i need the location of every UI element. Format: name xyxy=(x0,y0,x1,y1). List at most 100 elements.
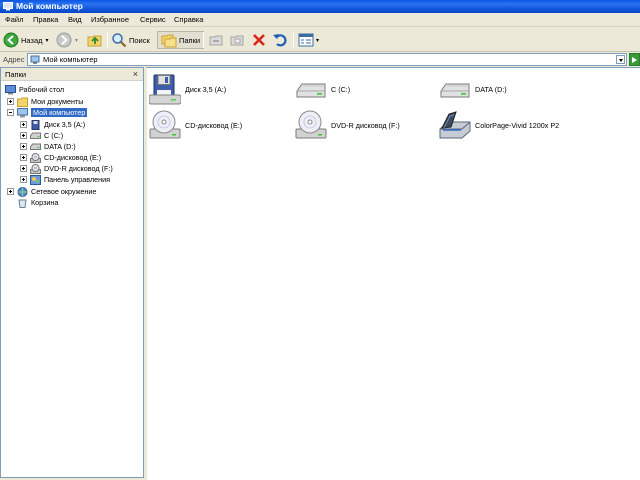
toolbar-separator xyxy=(107,32,108,48)
forward-button[interactable]: ▾ xyxy=(56,31,78,49)
explorer-window: Мой компьютер Файл Правка Вид Избранное … xyxy=(0,0,640,480)
close-icon[interactable]: × xyxy=(133,68,138,80)
address-label: Адрес xyxy=(3,55,25,64)
folder-icon xyxy=(17,97,28,107)
expand-plus-icon[interactable] xyxy=(20,176,27,183)
tree-item-label: DATA (D:) xyxy=(44,142,76,151)
toolbar-separator xyxy=(293,32,294,48)
tree-item-label: Диск 3,5 (A:) xyxy=(44,120,86,129)
forward-dropdown-icon[interactable]: ▾ xyxy=(75,37,78,44)
delete-button[interactable] xyxy=(251,31,267,49)
computer-icon xyxy=(3,2,13,11)
menu-help[interactable]: Справка xyxy=(171,15,206,25)
window-title: Мой компьютер xyxy=(16,1,83,11)
folders-pane-header: Папки × xyxy=(1,68,143,81)
expand-plus-icon[interactable] xyxy=(20,154,27,161)
item-label: C (C:) xyxy=(331,84,351,94)
item-label: DATA (D:) xyxy=(475,84,507,94)
expand-plus-icon[interactable] xyxy=(20,121,27,128)
expand-plus-icon[interactable] xyxy=(20,165,27,172)
views-button[interactable]: ▾ xyxy=(298,31,319,49)
toolbar-separator xyxy=(203,32,204,48)
network-icon xyxy=(17,186,28,197)
toolbar: Назад ▾ ▾ Поиск Папки ▾ xyxy=(0,28,640,52)
expand-plus-icon[interactable] xyxy=(20,143,27,150)
expand-plus-icon[interactable] xyxy=(20,132,27,139)
search-button[interactable]: Поиск xyxy=(111,31,150,49)
hard-drive-icon xyxy=(30,132,41,139)
tree-item-recycle-bin[interactable]: Корзина xyxy=(17,197,58,208)
item-label: DVD-R дисковод (F:) xyxy=(331,120,400,130)
up-folder-button[interactable] xyxy=(87,31,103,49)
tree-item-floppy-a[interactable]: Диск 3,5 (A:) xyxy=(20,119,85,130)
content-area: Диск 3,5 (A:) C (C:) DATA (D:) CD-дисков… xyxy=(145,67,640,480)
floppy-icon xyxy=(149,74,181,105)
hard-drive-icon xyxy=(30,143,41,150)
tree-item-label: Мой компьютер xyxy=(31,108,88,117)
tree-item-drive-c[interactable]: C (C:) xyxy=(20,130,63,141)
collapse-minus-icon[interactable] xyxy=(7,109,14,116)
hard-drive-icon xyxy=(296,83,326,98)
undo-button[interactable] xyxy=(272,31,288,49)
search-icon xyxy=(112,33,127,48)
folders-button[interactable]: Папки xyxy=(157,31,205,49)
expand-plus-icon[interactable] xyxy=(7,188,14,195)
menu-favorites[interactable]: Избранное xyxy=(88,15,132,25)
item-drive-d[interactable]: DATA (D:) xyxy=(439,73,507,105)
folders-label: Папки xyxy=(179,35,201,45)
expand-plus-icon[interactable] xyxy=(7,98,14,105)
back-button[interactable]: Назад ▾ xyxy=(3,31,49,49)
cd-drive-icon xyxy=(149,110,181,139)
item-scanner[interactable]: ColorPage-Vivid 1200x P2 xyxy=(439,109,559,141)
title-bar[interactable]: Мой компьютер xyxy=(0,0,640,13)
item-cd-e[interactable]: CD-дисковод (E:) xyxy=(149,109,242,141)
cd-drive-icon xyxy=(30,152,41,163)
tree-item-label: DVD-R дисковод (F:) xyxy=(44,164,113,173)
tree-item-label: Панель управления xyxy=(44,175,111,184)
scanner-icon xyxy=(439,111,471,139)
item-dvd-f[interactable]: DVD-R дисковод (F:) xyxy=(295,109,400,141)
menu-bar: Файл Правка Вид Избранное Сервис Справка xyxy=(0,13,640,27)
folders-icon xyxy=(161,34,177,48)
address-field[interactable]: Мой компьютер xyxy=(27,53,627,66)
back-dropdown-icon[interactable]: ▾ xyxy=(46,37,49,44)
computer-icon xyxy=(17,107,28,117)
menu-edit[interactable]: Правка xyxy=(30,15,61,25)
tree-item-network[interactable]: Сетевое окружение xyxy=(7,186,96,197)
tree-item-my-documents[interactable]: Мои документы xyxy=(7,96,83,107)
item-label: ColorPage-Vivid 1200x P2 xyxy=(475,120,560,130)
address-dropdown-icon[interactable] xyxy=(616,55,625,64)
back-arrow-icon xyxy=(3,32,19,48)
up-folder-icon xyxy=(87,35,102,47)
forward-arrow-icon xyxy=(56,32,72,48)
tree-item-label: C (C:) xyxy=(44,131,64,140)
computer-icon xyxy=(30,55,40,64)
delete-x-icon xyxy=(253,34,265,46)
tree-item-my-computer[interactable]: Мой компьютер xyxy=(7,107,88,118)
menu-tools[interactable]: Сервис xyxy=(137,15,169,25)
floppy-icon xyxy=(31,119,40,130)
go-button[interactable] xyxy=(629,53,640,66)
menu-file[interactable]: Файл xyxy=(2,15,26,25)
undo-icon xyxy=(273,34,287,47)
item-label: CD-дисковод (E:) xyxy=(185,120,243,130)
dvd-drive-icon xyxy=(30,163,41,174)
item-drive-c[interactable]: C (C:) xyxy=(295,73,350,105)
copy-to-button[interactable] xyxy=(229,31,245,49)
tree-item-label: Мои документы xyxy=(31,97,84,106)
address-value: Мой компьютер xyxy=(43,55,98,64)
copy-to-icon xyxy=(230,35,244,46)
search-label: Поиск xyxy=(129,35,150,45)
tree-item-label: Рабочий стол xyxy=(19,85,65,94)
tree-item-drive-d[interactable]: DATA (D:) xyxy=(20,141,76,152)
tree-item-desktop[interactable]: Рабочий стол xyxy=(5,84,64,95)
tree-item-control-panel[interactable]: Панель управления xyxy=(20,174,110,185)
move-to-button[interactable] xyxy=(208,31,224,49)
tree-item-dvd-f[interactable]: DVD-R дисковод (F:) xyxy=(20,163,113,174)
menu-view[interactable]: Вид xyxy=(65,15,85,25)
item-floppy-a[interactable]: Диск 3,5 (A:) xyxy=(149,73,226,105)
back-label: Назад xyxy=(21,35,43,45)
views-dropdown-icon[interactable]: ▾ xyxy=(316,37,319,44)
tree-item-cd-e[interactable]: CD-дисковод (E:) xyxy=(20,152,101,163)
views-icon xyxy=(298,33,314,47)
